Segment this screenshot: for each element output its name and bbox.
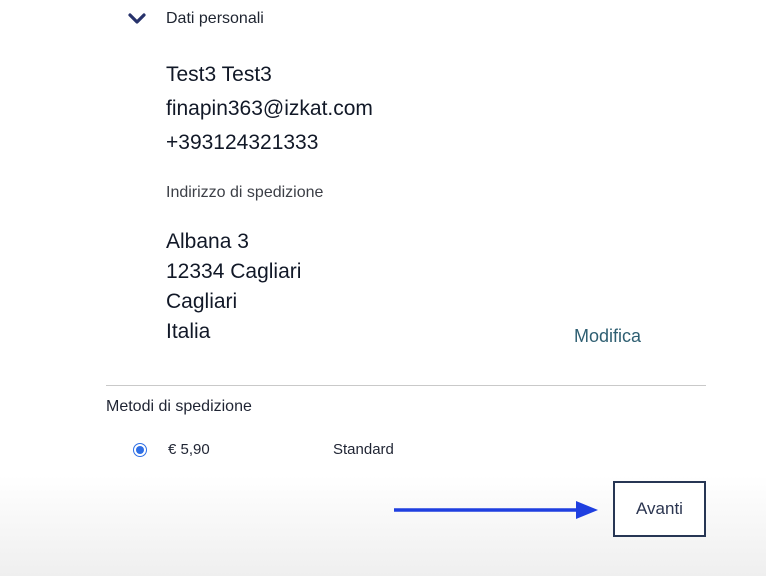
address-postal-city: 12334 Cagliari — [166, 260, 302, 283]
shipping-address-label: Indirizzo di spedizione — [166, 184, 324, 201]
next-button[interactable]: Avanti — [613, 481, 706, 537]
customer-phone: +393124321333 — [166, 131, 319, 154]
edit-address-link[interactable]: Modifica — [574, 326, 641, 347]
personal-data-section-toggle[interactable]: Dati personali — [128, 8, 264, 30]
address-street: Albana 3 — [166, 230, 249, 253]
customer-email: finapin363@izkat.com — [166, 97, 373, 120]
shipping-option-name: Standard — [333, 441, 394, 458]
shipping-methods-title: Metodi di spedizione — [106, 398, 252, 415]
customer-name: Test3 Test3 — [166, 63, 272, 86]
shipping-address-details: Albana 3 12334 Cagliari Cagliari Italia — [166, 227, 301, 347]
address-country: Italia — [166, 320, 211, 343]
shipping-option-price: € 5,90 — [168, 441, 210, 458]
address-province: Cagliari — [166, 290, 238, 313]
personal-data-title: Dati personali — [166, 10, 264, 27]
arrow-right-icon — [394, 501, 598, 519]
shipping-option-radio[interactable] — [133, 443, 147, 457]
chevron-down-icon — [128, 13, 146, 24]
personal-data-details: Test3 Test3 finapin363@izkat.com +393124… — [166, 58, 373, 160]
shipping-option-standard[interactable]: € 5,90 Standard — [133, 440, 433, 462]
section-divider — [106, 385, 706, 386]
